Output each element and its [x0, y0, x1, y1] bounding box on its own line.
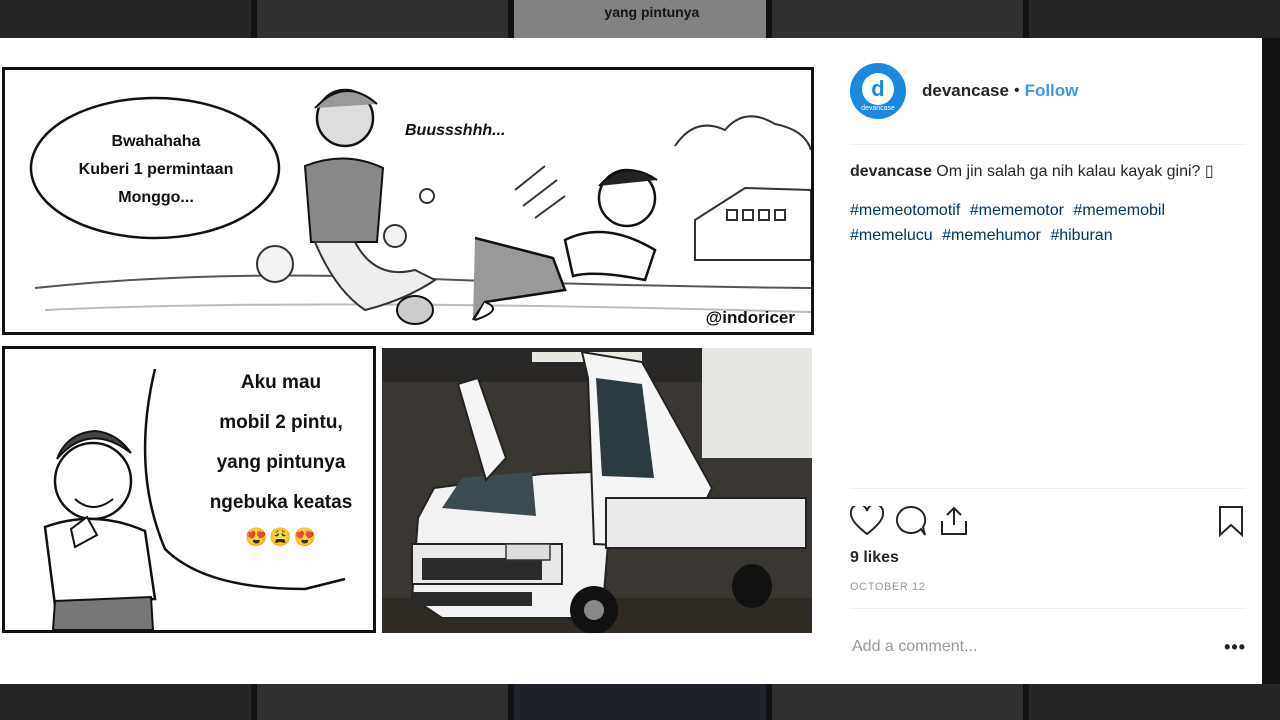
like-heart-icon[interactable]	[850, 504, 894, 538]
emoji-reaction: 😍😩😍	[245, 527, 319, 547]
post-actions: 9 likes OCTOBER 12	[850, 488, 1246, 593]
hashtag-link[interactable]: #memehumor	[942, 227, 1041, 244]
hashtag-link[interactable]: #memelucu	[850, 227, 933, 244]
hashtag-list: #memeotomotif #mememotor #mememobil #mem…	[850, 198, 1246, 248]
hashtag-link[interactable]: #memeotomotif	[850, 202, 960, 219]
post-header: d devancase devancase • Follow	[850, 38, 1246, 145]
comment-bar: •••	[850, 608, 1246, 685]
follow-button[interactable]: Follow	[1025, 81, 1079, 101]
genie-speech-bubble: Bwahahaha Kuberi 1 permintaan Monggo...	[78, 133, 234, 206]
post-modal: Bwahahaha Kuberi 1 permintaan Monggo... …	[0, 38, 1262, 684]
hashtag-link[interactable]: #mememotor	[970, 202, 1064, 219]
action-bar	[850, 499, 1246, 543]
caption-text: Om jin salah ga nih kalau kayak gini? ▯	[936, 163, 1214, 180]
avatar-caption: devancase	[861, 105, 895, 112]
hashtag-link[interactable]: #hiburan	[1050, 227, 1112, 244]
more-options-icon[interactable]: •••	[1224, 637, 1246, 658]
pickup-truck-image	[382, 348, 812, 633]
separator-dot: •	[1013, 82, 1020, 99]
comic-panel-wish: Aku mau mobil 2 pintu, yang pintunya nge…	[2, 346, 376, 633]
username-link[interactable]: devancase	[922, 81, 1009, 101]
comic-watermark: @indoricer	[705, 308, 795, 327]
post-media: Bwahahaha Kuberi 1 permintaan Monggo... …	[0, 38, 830, 684]
car-photo	[382, 348, 812, 633]
bookmark-save-icon[interactable]	[1218, 504, 1246, 538]
caption-username[interactable]: devancase	[850, 163, 932, 180]
wish-speech-text: Aku mau mobil 2 pintu, yang pintunya nge…	[209, 372, 353, 513]
post-date[interactable]: OCTOBER 12	[850, 581, 1246, 593]
share-upload-icon[interactable]	[938, 504, 982, 538]
avatar[interactable]: d devancase	[850, 63, 906, 119]
avatar-logo: d	[862, 73, 894, 105]
post-caption: devancase Om jin salah ga nih kalau kaya…	[850, 159, 1246, 184]
hashtag-link[interactable]: #mememobil	[1073, 202, 1165, 219]
comment-bubble-icon[interactable]	[894, 504, 938, 538]
sound-effect-text: Buussshhh...	[405, 122, 506, 139]
likes-count[interactable]: 9 likes	[850, 549, 1246, 567]
post-sidebar: d devancase devancase • Follow devancase…	[830, 38, 1262, 684]
comic-panel-genie: Bwahahaha Kuberi 1 permintaan Monggo... …	[2, 67, 814, 335]
comment-input[interactable]	[850, 637, 1225, 657]
